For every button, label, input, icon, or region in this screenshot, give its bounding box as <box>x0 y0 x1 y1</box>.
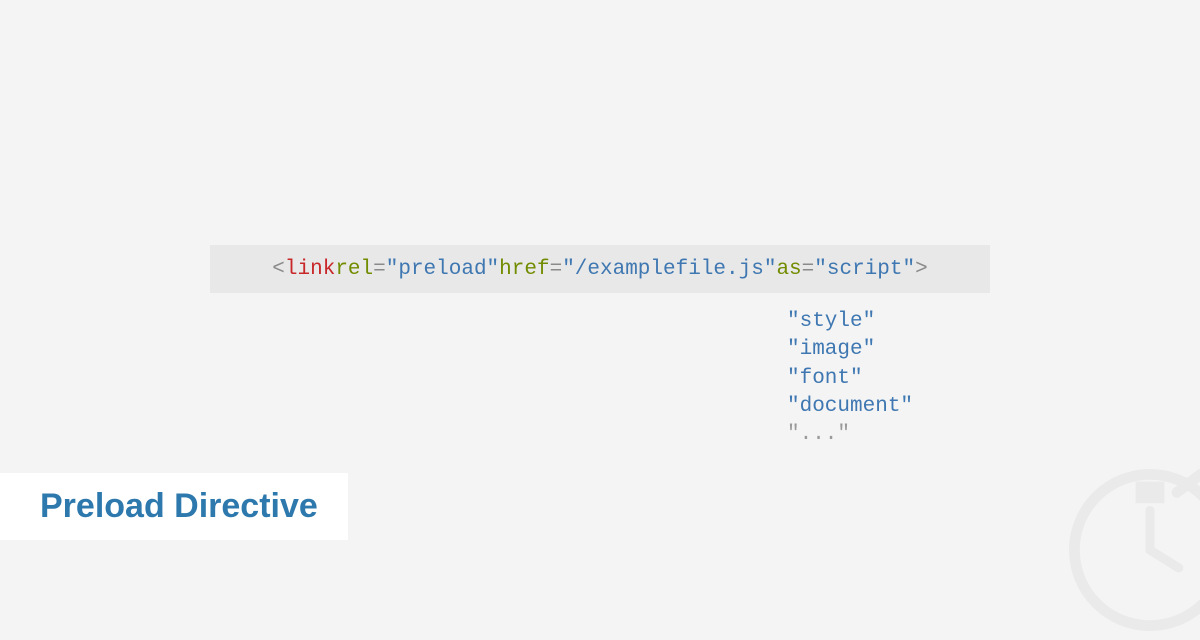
option-item-more: "..." <box>787 421 913 449</box>
option-item: "style" <box>787 308 913 336</box>
tag-name: link <box>285 258 335 281</box>
eq: = <box>550 258 563 281</box>
option-item: "document" <box>787 393 913 421</box>
eq: = <box>802 258 815 281</box>
option-item: "image" <box>787 336 913 364</box>
slide-title: Preload Directive <box>40 487 318 526</box>
angle-open: < <box>272 258 285 281</box>
attr-as: as <box>776 258 801 281</box>
eq: = <box>373 258 386 281</box>
val-as: "script" <box>814 258 915 281</box>
val-href: "/examplefile.js" <box>562 258 776 281</box>
as-options-list: "style" "image" "font" "document" "..." <box>787 308 913 450</box>
title-container: Preload Directive <box>0 473 348 540</box>
val-rel: "preload" <box>386 258 499 281</box>
attr-href: href <box>499 258 549 281</box>
code-snippet: <link rel="preload" href="/examplefile.j… <box>210 245 990 293</box>
option-item: "font" <box>787 365 913 393</box>
watermark-logo-icon <box>1060 460 1200 640</box>
attr-rel: rel <box>335 258 373 281</box>
angle-close: > <box>915 258 928 281</box>
